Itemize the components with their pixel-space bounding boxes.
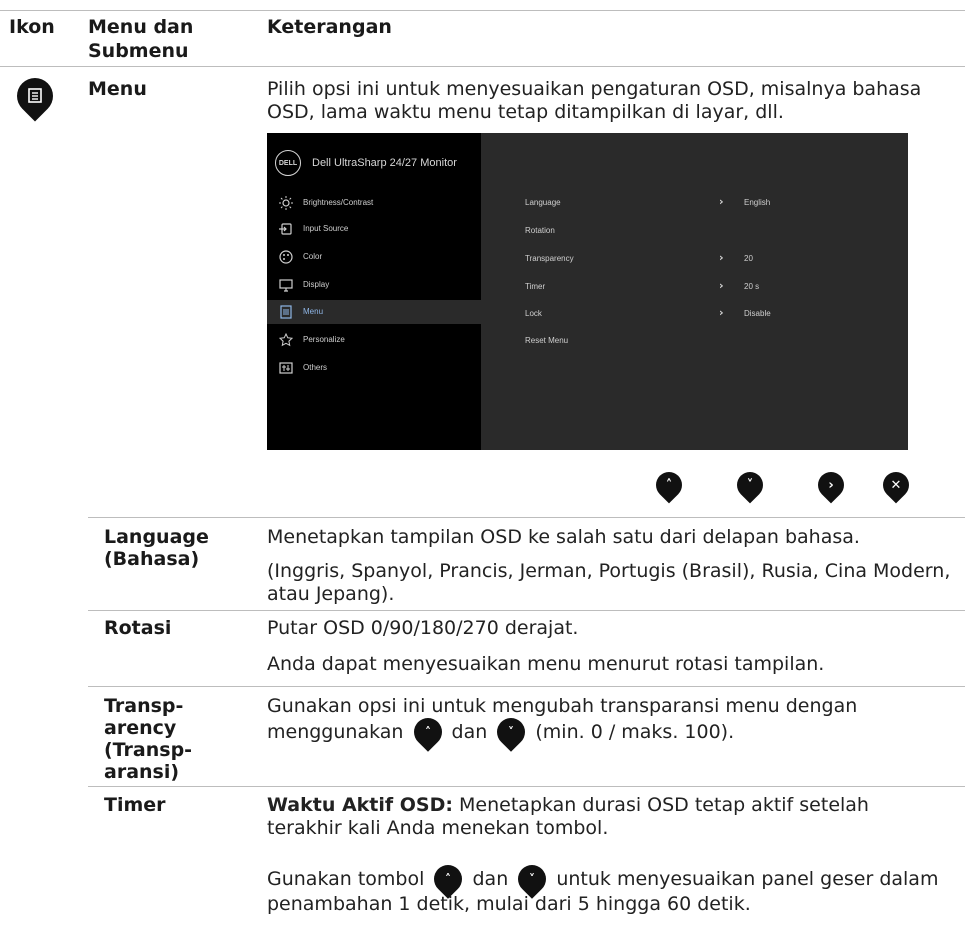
row-rule	[88, 786, 965, 787]
transparency-desc: Gunakan opsi ini untuk mengubah transpar…	[267, 695, 947, 752]
header-menu-col: Menu dan Submenu	[88, 16, 194, 62]
osd-nav-label: Display	[303, 280, 330, 289]
language-desc-1: Menetapkan tampilan OSD ke salah satu da…	[267, 526, 860, 548]
header-icon-col: Ikon	[9, 16, 55, 38]
osd-nav-panel: DELL Dell UltraSharp 24/27 Monitor Brigh…	[267, 133, 481, 450]
menu-list-icon	[17, 78, 53, 114]
dell-logo: DELL	[275, 150, 301, 176]
row-rule	[88, 610, 965, 611]
timer-desc-2-b: dan	[472, 868, 509, 890]
rotasi-term: Rotasi	[104, 617, 172, 639]
osd-row-language[interactable]: Language	[525, 198, 561, 207]
transparency-desc-b: dan	[451, 721, 488, 743]
osd-nav-label: Input Source	[303, 224, 349, 233]
rotasi-desc-2: Anda dapat menyesuaikan menu menurut rot…	[267, 653, 825, 675]
up-button[interactable]: ˄	[650, 466, 688, 504]
right-button[interactable]: ›	[812, 466, 850, 504]
close-button[interactable]: ✕	[877, 466, 915, 504]
header-rule	[0, 66, 965, 67]
osd-nav-others[interactable]: Others	[267, 356, 481, 380]
language-term: Language (Bahasa)	[104, 526, 209, 570]
timer-desc-1: Waktu Aktif OSD: Menetapkan durasi OSD t…	[267, 794, 947, 840]
sun-icon	[279, 196, 293, 210]
osd-screenshot: DELL Dell UltraSharp 24/27 Monitor Brigh…	[267, 133, 908, 450]
star-icon	[279, 333, 293, 347]
language-desc-2: (Inggris, Spanyol, Prancis, Jerman, Port…	[267, 560, 951, 605]
row-rule	[88, 517, 965, 518]
osd-nav-label: Others	[303, 363, 328, 372]
osd-content-panel	[481, 133, 908, 450]
transparency-desc-c: (min. 0 / maks. 100).	[535, 721, 735, 743]
timer-desc-2: Gunakan tombol ˄ dan ˅ untuk menyesuaika…	[267, 859, 957, 916]
osd-value-lock: Disable	[744, 309, 771, 318]
up-icon: ˄	[665, 477, 673, 493]
rotasi-desc-1: Putar OSD 0/90/180/270 derajat.	[267, 617, 579, 639]
close-icon: ✕	[890, 477, 902, 493]
up-inline-icon: ˄	[407, 712, 448, 752]
chevron-right-icon: ›	[719, 251, 724, 264]
timer-desc-2-a: Gunakan tombol	[267, 868, 425, 890]
osd-nav-color[interactable]: Color	[267, 245, 481, 269]
down-button[interactable]: ˅	[731, 466, 769, 504]
osd-value-language: English	[744, 198, 771, 207]
osd-nav-label: Color	[303, 252, 323, 261]
timer-term: Timer	[104, 794, 166, 816]
osd-title: Dell UltraSharp 24/27 Monitor	[312, 157, 457, 169]
osd-nav-personalize[interactable]: Personalize	[267, 328, 481, 352]
osd-nav-label: Menu	[303, 307, 324, 316]
chevron-right-icon: ›	[719, 279, 724, 292]
top-rule	[0, 10, 965, 11]
timer-bold-label: Waktu Aktif OSD:	[267, 794, 453, 816]
osd-row-timer[interactable]: Timer	[525, 282, 545, 291]
right-icon: ›	[828, 477, 834, 493]
row-rule	[88, 686, 965, 687]
down-inline-icon: ˅	[491, 712, 532, 752]
others-icon	[279, 362, 293, 374]
osd-nav-input-source[interactable]: Input Source	[267, 217, 481, 241]
osd-nav-menu[interactable]: Menu	[267, 300, 481, 324]
osd-row-reset-menu[interactable]: Reset Menu	[525, 336, 568, 345]
menu-list-icon	[280, 305, 292, 319]
palette-icon	[279, 250, 293, 264]
osd-nav-label: Brightness/Contrast	[303, 198, 374, 207]
menu-term: Menu	[88, 78, 147, 100]
osd-nav-display[interactable]: Display	[267, 273, 481, 297]
osd-value-timer: 20 s	[744, 282, 760, 291]
osd-nav-brightness[interactable]: Brightness/Contrast	[267, 191, 481, 215]
osd-row-rotation[interactable]: Rotation	[525, 226, 555, 235]
osd-row-lock[interactable]: Lock	[525, 309, 542, 318]
osd-row-transparency[interactable]: Transparency	[525, 254, 574, 263]
display-icon	[279, 279, 293, 292]
header-desc-col: Keterangan	[267, 16, 392, 38]
chevron-right-icon: ›	[719, 306, 724, 319]
input-source-icon	[279, 223, 292, 235]
chevron-right-icon: ›	[719, 195, 724, 208]
transparency-term: Transp- arency (Transp- aransi)	[104, 695, 193, 783]
down-icon: ˅	[746, 477, 754, 493]
osd-nav-label: Personalize	[303, 335, 345, 344]
menu-desc: Pilih opsi ini untuk menyesuaikan pengat…	[267, 78, 922, 123]
osd-value-transparency: 20	[744, 254, 753, 263]
